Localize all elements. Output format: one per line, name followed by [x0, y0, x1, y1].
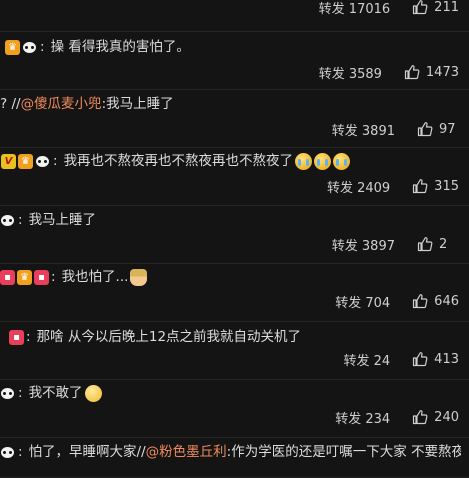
thumbs-up-icon[interactable]	[417, 121, 433, 137]
repost-button[interactable]: 转发 3891	[332, 120, 395, 139]
comment-actions: 转发 3589 1473	[319, 62, 469, 82]
panda-badge-icon	[22, 40, 37, 55]
colon-separator: :	[26, 329, 31, 345]
comment-actions: 转发 2409 315	[327, 176, 469, 196]
comment-body: 我再也不熬夜再也不熬夜再也不熬夜了	[63, 153, 294, 169]
comment-text: V ♛: 我再也不熬夜再也不熬夜再也不熬夜了	[1, 151, 461, 171]
repost-button[interactable]: 转发 2409	[327, 177, 390, 196]
like-count: 1473	[425, 64, 459, 80]
comment-text: : 我马上睡了	[0, 210, 461, 230]
user-badges: ▪ ♛ ▪	[0, 269, 49, 285]
comment-body: 那啥 从今以后晚上12点之前我就自动关机了	[36, 329, 302, 345]
comment-item: : 我不敢了转发 234 240	[0, 380, 469, 438]
repost-button[interactable]: 转发 3897	[332, 235, 395, 254]
colon-separator: :	[51, 269, 56, 285]
pink-badge-icon: ▪	[0, 269, 15, 285]
comment-body: :作为学医的还是叮嘱一下大家 不要熬夜	[226, 444, 461, 460]
thumbs-up-icon[interactable]	[412, 178, 428, 194]
shy-emoji-icon	[84, 384, 102, 402]
comment-actions: 转发 3897 2	[332, 234, 469, 254]
repost-button[interactable]: 转发 17016	[319, 0, 391, 17]
like-count: 413	[434, 351, 459, 367]
v-badge-icon: V	[1, 153, 16, 169]
pink-badge-icon: ▪	[9, 329, 24, 345]
comment-actions: 转发 234 240	[335, 407, 469, 427]
comment-actions: 转发 17016 211	[319, 0, 469, 17]
crown-badge-icon: ♛	[17, 269, 32, 285]
comment-list: 转发 17016 211 ♛: 操 看得我真的害怕了。 转发 3589 1473? //@…	[0, 0, 469, 478]
user-badges: ♛	[5, 39, 38, 55]
comment-body: 操 看得我真的害怕了。	[50, 39, 190, 55]
colon-separator: :	[53, 153, 58, 169]
thumbs-up-icon[interactable]	[417, 236, 433, 252]
user-badges	[0, 386, 16, 401]
repost-button[interactable]: 转发 234	[335, 408, 390, 427]
like-count: 2	[439, 236, 448, 252]
user-badges: V ♛	[1, 153, 51, 169]
colon-separator: :	[18, 444, 23, 460]
panda-badge-icon	[35, 154, 50, 169]
thumbs-up-icon[interactable]	[412, 351, 428, 367]
comment-body: 我马上睡了	[28, 212, 97, 228]
cry-emoji-icon	[314, 152, 332, 170]
like-count: 646	[434, 293, 459, 309]
colon-separator: :	[40, 39, 45, 55]
repost-button[interactable]: 转发 704	[335, 292, 390, 311]
cry-emoji-icon	[295, 152, 313, 170]
crown-badge-icon: ♛	[18, 153, 33, 169]
worker-emoji-icon	[130, 268, 148, 286]
comment-item: : 怕了，早睡啊大家//@粉色墨丘利:作为学医的还是叮嘱一下大家 不要熬夜	[0, 438, 469, 478]
like-count: 211	[434, 0, 459, 15]
cry-emoji-icon	[333, 152, 351, 170]
user-badges	[0, 213, 16, 228]
user-badges	[0, 445, 16, 460]
panda-badge-icon	[0, 386, 15, 401]
comment-actions: 转发 3891 97	[332, 119, 469, 139]
crown-badge-icon: ♛	[5, 39, 20, 55]
colon-separator: :	[18, 385, 23, 401]
comment-text: ♛: 操 看得我真的害怕了。	[5, 37, 461, 57]
comment-item: ▪: 那啥 从今以后晚上12点之前我就自动关机了转发 24 413	[0, 322, 469, 380]
comment-item: : 我马上睡了转发 3897 2	[0, 206, 469, 264]
like-count: 315	[434, 178, 459, 194]
thumbs-up-icon[interactable]	[412, 0, 428, 15]
comment-text: ▪: 那啥 从今以后晚上12点之前我就自动关机了	[9, 327, 461, 347]
comment-lead: ? //	[0, 96, 21, 112]
comment-text: ? //@傻瓜麦小兜:我马上睡了	[0, 94, 461, 114]
comment-item: ♛: 操 看得我真的害怕了。转发 3589 1473	[0, 32, 469, 90]
comment-text: : 我不敢了	[0, 383, 461, 403]
pink-badge-icon: ▪	[34, 269, 49, 285]
like-count: 240	[434, 409, 459, 425]
user-badges: ▪	[9, 329, 24, 345]
comment-item: ▪ ♛ ▪: 我也怕了... 转发 704 646	[0, 264, 469, 322]
mention-link[interactable]: @傻瓜麦小兜	[21, 94, 102, 114]
comment-body: 我也怕了...	[61, 269, 129, 285]
repost-button[interactable]: 转发 3589	[319, 63, 382, 82]
repost-button[interactable]: 转发 24	[343, 350, 390, 369]
colon-separator: :	[18, 212, 23, 228]
comment-actions: 转发 24 413	[343, 349, 469, 369]
comment-body: 怕了，早睡啊大家//	[28, 444, 146, 460]
thumbs-up-icon[interactable]	[412, 409, 428, 425]
mention-link[interactable]: @粉色墨丘利	[146, 442, 227, 462]
thumbs-up-icon[interactable]	[404, 64, 420, 80]
comment-text: : 怕了，早睡啊大家//@粉色墨丘利:作为学医的还是叮嘱一下大家 不要熬夜	[0, 442, 461, 462]
comment-item: 转发 17016 211	[0, 0, 469, 32]
panda-badge-icon	[0, 213, 15, 228]
comment-item: V ♛: 我再也不熬夜再也不熬夜再也不熬夜了转发 2409 315	[0, 148, 469, 206]
like-count: 97	[439, 121, 456, 137]
comment-text: ▪ ♛ ▪: 我也怕了...	[0, 267, 461, 287]
comment-body: 我不敢了	[28, 385, 83, 401]
thumbs-up-icon[interactable]	[412, 293, 428, 309]
comment-item: ? //@傻瓜麦小兜:我马上睡了转发 3891 97	[0, 90, 469, 148]
comment-body: :我马上睡了	[101, 96, 174, 112]
panda-badge-icon	[0, 445, 15, 460]
comment-actions: 转发 704 646	[335, 291, 469, 311]
